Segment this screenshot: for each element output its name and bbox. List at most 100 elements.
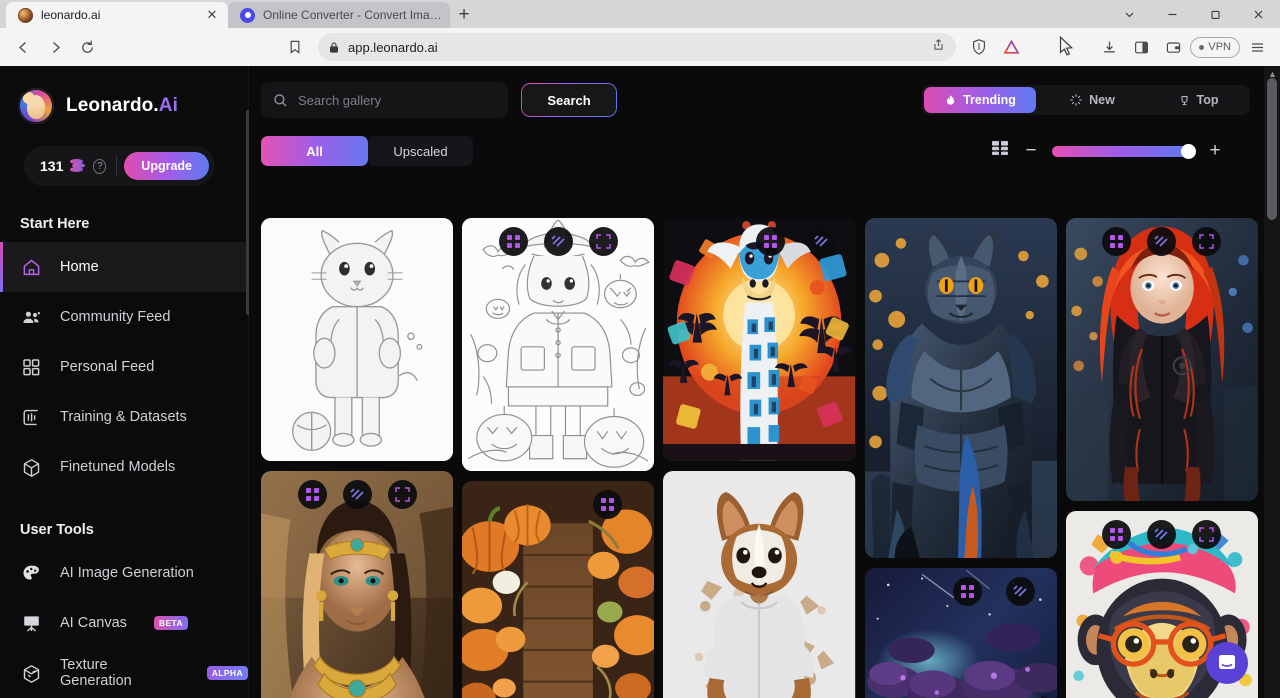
image-gallery[interactable] bbox=[261, 218, 1258, 698]
card-hover-actions[interactable] bbox=[261, 479, 453, 509]
variations-icon[interactable] bbox=[1102, 227, 1132, 256]
palette-icon bbox=[20, 562, 42, 584]
easel-icon bbox=[20, 612, 42, 634]
search-input[interactable] bbox=[298, 92, 496, 108]
minimize-button[interactable] bbox=[1151, 0, 1194, 28]
gallery-card-red-hair-woman[interactable] bbox=[1065, 218, 1258, 501]
tab-new[interactable]: New bbox=[1036, 87, 1148, 113]
download-icon[interactable] bbox=[1094, 32, 1124, 62]
scrollbar-thumb[interactable] bbox=[1267, 78, 1277, 220]
leo-ai-icon[interactable] bbox=[996, 32, 1026, 62]
sidebar-panel-icon[interactable] bbox=[1126, 32, 1156, 62]
wallet-icon[interactable] bbox=[1158, 32, 1188, 62]
credits-pill[interactable]: 131 ? Upgrade bbox=[24, 146, 215, 186]
variations-icon[interactable] bbox=[297, 479, 327, 509]
tab-title: leonardo.ai bbox=[41, 8, 101, 22]
expand-icon[interactable] bbox=[588, 227, 618, 256]
card-hover-actions[interactable] bbox=[462, 490, 654, 520]
expand-icon[interactable] bbox=[1192, 520, 1222, 549]
vpn-label: VPN bbox=[1208, 41, 1231, 53]
help-icon[interactable]: ? bbox=[93, 158, 107, 174]
tab-top[interactable]: Top bbox=[1148, 87, 1248, 113]
filter-upscaled[interactable]: Upscaled bbox=[368, 136, 473, 166]
variations-icon[interactable] bbox=[498, 227, 528, 256]
gallery-card-pop-giraffe[interactable] bbox=[663, 218, 856, 461]
upscale-icon[interactable] bbox=[1147, 227, 1177, 256]
card-hover-actions[interactable] bbox=[865, 577, 1057, 607]
forward-icon[interactable] bbox=[40, 32, 70, 62]
gallery-card-armored-cat[interactable] bbox=[864, 218, 1057, 559]
card-hover-actions[interactable] bbox=[1066, 520, 1258, 549]
sidebar-item-training-datasets[interactable]: Training & Datasets bbox=[0, 392, 248, 442]
reload-icon[interactable] bbox=[72, 32, 102, 62]
gallery-card-cosmic-forest[interactable] bbox=[864, 568, 1057, 698]
browser-toolbar: app.leonardo.ai VPN bbox=[0, 28, 1280, 66]
upscale-icon[interactable] bbox=[342, 479, 372, 509]
sidebar-item-label: Personal Feed bbox=[60, 359, 155, 375]
zoom-slider[interactable] bbox=[1052, 143, 1196, 159]
tab-strip: leonardo.ai ✕ Online Converter - Convert… bbox=[0, 0, 1280, 28]
upscale-icon[interactable] bbox=[1005, 577, 1035, 607]
tab-trending[interactable]: Trending bbox=[924, 87, 1036, 113]
sidebar-item-personal-feed[interactable]: Personal Feed bbox=[0, 342, 248, 392]
upscale-icon[interactable] bbox=[806, 227, 836, 256]
hamburger-menu-icon[interactable] bbox=[1242, 32, 1272, 62]
brand[interactable]: Leonardo.Ai bbox=[0, 66, 248, 124]
texture-cube-icon bbox=[20, 662, 42, 684]
sidebar-item-ai-image-generation[interactable]: AI Image Generation bbox=[0, 548, 248, 598]
card-hover-actions[interactable] bbox=[462, 227, 654, 256]
card-hover-actions[interactable] bbox=[1066, 227, 1258, 256]
variations-icon[interactable] bbox=[952, 577, 982, 607]
intercom-chat-button[interactable] bbox=[1206, 642, 1248, 684]
gallery-card-pumpkin-deck[interactable] bbox=[462, 481, 655, 698]
share-icon[interactable] bbox=[931, 37, 946, 57]
expand-icon[interactable] bbox=[1192, 227, 1222, 256]
divider bbox=[116, 156, 118, 176]
zoom-in-button[interactable]: + bbox=[1208, 140, 1222, 162]
layout-grid-icon[interactable] bbox=[991, 140, 1010, 162]
close-button[interactable] bbox=[1237, 0, 1280, 28]
zoom-slider-handle[interactable] bbox=[1181, 143, 1196, 159]
sidebar-item-label: AI Canvas bbox=[60, 615, 127, 631]
search-field-wrapper[interactable] bbox=[261, 82, 508, 118]
tab-close-icon[interactable]: ✕ bbox=[204, 7, 220, 23]
gallery-card-chihuahua[interactable] bbox=[663, 470, 856, 698]
gallery-card-witch-girl[interactable] bbox=[462, 218, 655, 472]
gallery-card-warrior-woman[interactable] bbox=[261, 470, 454, 698]
expand-icon[interactable] bbox=[387, 479, 417, 509]
zoom-out-button[interactable]: − bbox=[1024, 140, 1038, 162]
search-button[interactable]: Search bbox=[522, 84, 616, 116]
upgrade-button[interactable]: Upgrade bbox=[124, 152, 209, 180]
vpn-button[interactable]: VPN bbox=[1190, 36, 1240, 58]
trophy-icon bbox=[1180, 95, 1188, 105]
sidebar-item-home[interactable]: Home bbox=[0, 242, 248, 292]
variations-icon[interactable] bbox=[593, 490, 623, 520]
sidebar-item-finetuned-models[interactable]: Finetuned Models bbox=[0, 442, 248, 492]
upscale-icon[interactable] bbox=[543, 227, 573, 256]
sidebar-item-community-feed[interactable]: Community Feed bbox=[0, 292, 248, 342]
back-icon[interactable] bbox=[8, 32, 38, 62]
leonardo-logo-icon bbox=[18, 88, 54, 124]
new-tab-button[interactable]: + bbox=[450, 2, 478, 28]
filter-all[interactable]: All bbox=[261, 136, 368, 166]
browser-tab-converter[interactable]: Online Converter - Convert Image, Vid bbox=[228, 2, 450, 28]
gallery-card-kitten-sketch[interactable] bbox=[261, 218, 454, 461]
home-icon bbox=[20, 256, 42, 278]
tab-search-chevron-down-icon[interactable] bbox=[1108, 0, 1151, 28]
page-scrollbar[interactable]: ▲ bbox=[1264, 66, 1280, 698]
address-bar[interactable]: app.leonardo.ai bbox=[318, 33, 957, 61]
sidebar-item-label: Community Feed bbox=[60, 309, 171, 325]
brave-shield-icon[interactable] bbox=[964, 32, 994, 62]
maximize-button[interactable] bbox=[1194, 0, 1237, 28]
variations-icon[interactable] bbox=[755, 227, 785, 256]
sidebar-item-label: Training & Datasets bbox=[60, 409, 187, 425]
card-hover-actions[interactable] bbox=[663, 227, 855, 256]
flame-icon bbox=[947, 94, 955, 105]
bookmark-icon[interactable] bbox=[280, 32, 310, 62]
sidebar-item-texture-generation[interactable]: Texture Generation ALPHA bbox=[0, 648, 248, 698]
upscale-icon[interactable] bbox=[1147, 520, 1177, 549]
variations-icon[interactable] bbox=[1102, 520, 1132, 549]
sidebar-item-ai-canvas[interactable]: AI Canvas BETA bbox=[0, 598, 248, 648]
tab-label: New bbox=[1089, 93, 1115, 107]
browser-tab-leonardo[interactable]: leonardo.ai ✕ bbox=[6, 2, 228, 28]
